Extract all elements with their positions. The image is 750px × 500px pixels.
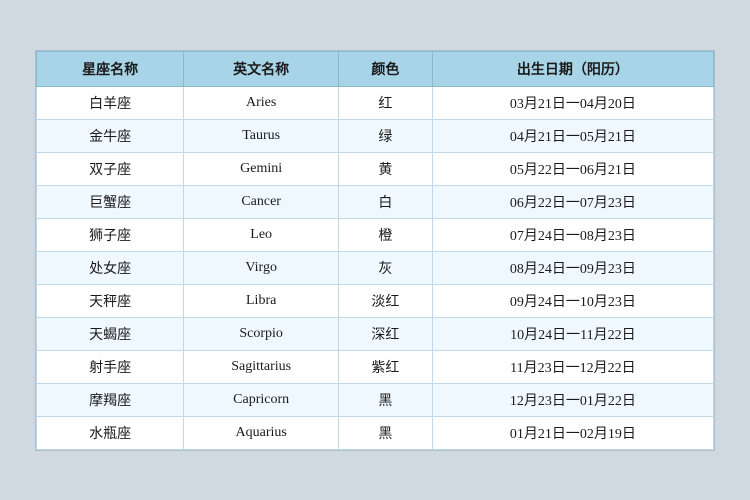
table-cell: 水瓶座 [37,416,184,449]
table-cell: 射手座 [37,350,184,383]
table-row: 处女座Virgo灰08月24日一09月23日 [37,251,714,284]
table-cell: 10月24日一11月22日 [432,317,713,350]
table-cell: Libra [184,284,339,317]
table-cell: 07月24日一08月23日 [432,218,713,251]
table-cell: 12月23日一01月22日 [432,383,713,416]
table-cell: 淡红 [339,284,433,317]
table-cell: 黄 [339,152,433,185]
table-cell: 天蝎座 [37,317,184,350]
table-row: 双子座Gemini黄05月22日一06月21日 [37,152,714,185]
table-row: 天蝎座Scorpio深红10月24日一11月22日 [37,317,714,350]
table-cell: Aries [184,86,339,119]
table-cell: 灰 [339,251,433,284]
table-cell: Taurus [184,119,339,152]
table-cell: 黑 [339,383,433,416]
header-birthday: 出生日期（阳历） [432,51,713,86]
table-row: 巨蟹座Cancer白06月22日一07月23日 [37,185,714,218]
table-cell: 红 [339,86,433,119]
table-row: 摩羯座Capricorn黑12月23日一01月22日 [37,383,714,416]
table-cell: 双子座 [37,152,184,185]
table-cell: 01月21日一02月19日 [432,416,713,449]
table-cell: 11月23日一12月22日 [432,350,713,383]
header-color: 颜色 [339,51,433,86]
table-cell: Capricorn [184,383,339,416]
table-cell: 狮子座 [37,218,184,251]
table-cell: 巨蟹座 [37,185,184,218]
table-row: 白羊座Aries红03月21日一04月20日 [37,86,714,119]
table-cell: Scorpio [184,317,339,350]
table-cell: Cancer [184,185,339,218]
table-cell: 05月22日一06月21日 [432,152,713,185]
table-cell: 03月21日一04月20日 [432,86,713,119]
table-cell: Leo [184,218,339,251]
table-cell: 08月24日一09月23日 [432,251,713,284]
table-row: 水瓶座Aquarius黑01月21日一02月19日 [37,416,714,449]
table-row: 天秤座Libra淡红09月24日一10月23日 [37,284,714,317]
table-cell: 深红 [339,317,433,350]
table-cell: 黑 [339,416,433,449]
table-cell: Aquarius [184,416,339,449]
table-cell: 09月24日一10月23日 [432,284,713,317]
table-row: 金牛座Taurus绿04月21日一05月21日 [37,119,714,152]
zodiac-table-container: 星座名称 英文名称 颜色 出生日期（阳历） 白羊座Aries红03月21日一04… [35,50,715,451]
table-cell: 白羊座 [37,86,184,119]
table-cell: 绿 [339,119,433,152]
table-cell: 摩羯座 [37,383,184,416]
table-header-row: 星座名称 英文名称 颜色 出生日期（阳历） [37,51,714,86]
table-cell: 处女座 [37,251,184,284]
table-cell: 紫红 [339,350,433,383]
table-cell: 天秤座 [37,284,184,317]
table-cell: 金牛座 [37,119,184,152]
header-chinese-name: 星座名称 [37,51,184,86]
table-cell: Virgo [184,251,339,284]
table-cell: 白 [339,185,433,218]
header-english-name: 英文名称 [184,51,339,86]
table-cell: Sagittarius [184,350,339,383]
table-row: 狮子座Leo橙07月24日一08月23日 [37,218,714,251]
zodiac-table: 星座名称 英文名称 颜色 出生日期（阳历） 白羊座Aries红03月21日一04… [36,51,714,450]
table-cell: Gemini [184,152,339,185]
table-row: 射手座Sagittarius紫红11月23日一12月22日 [37,350,714,383]
table-cell: 04月21日一05月21日 [432,119,713,152]
table-cell: 06月22日一07月23日 [432,185,713,218]
table-cell: 橙 [339,218,433,251]
